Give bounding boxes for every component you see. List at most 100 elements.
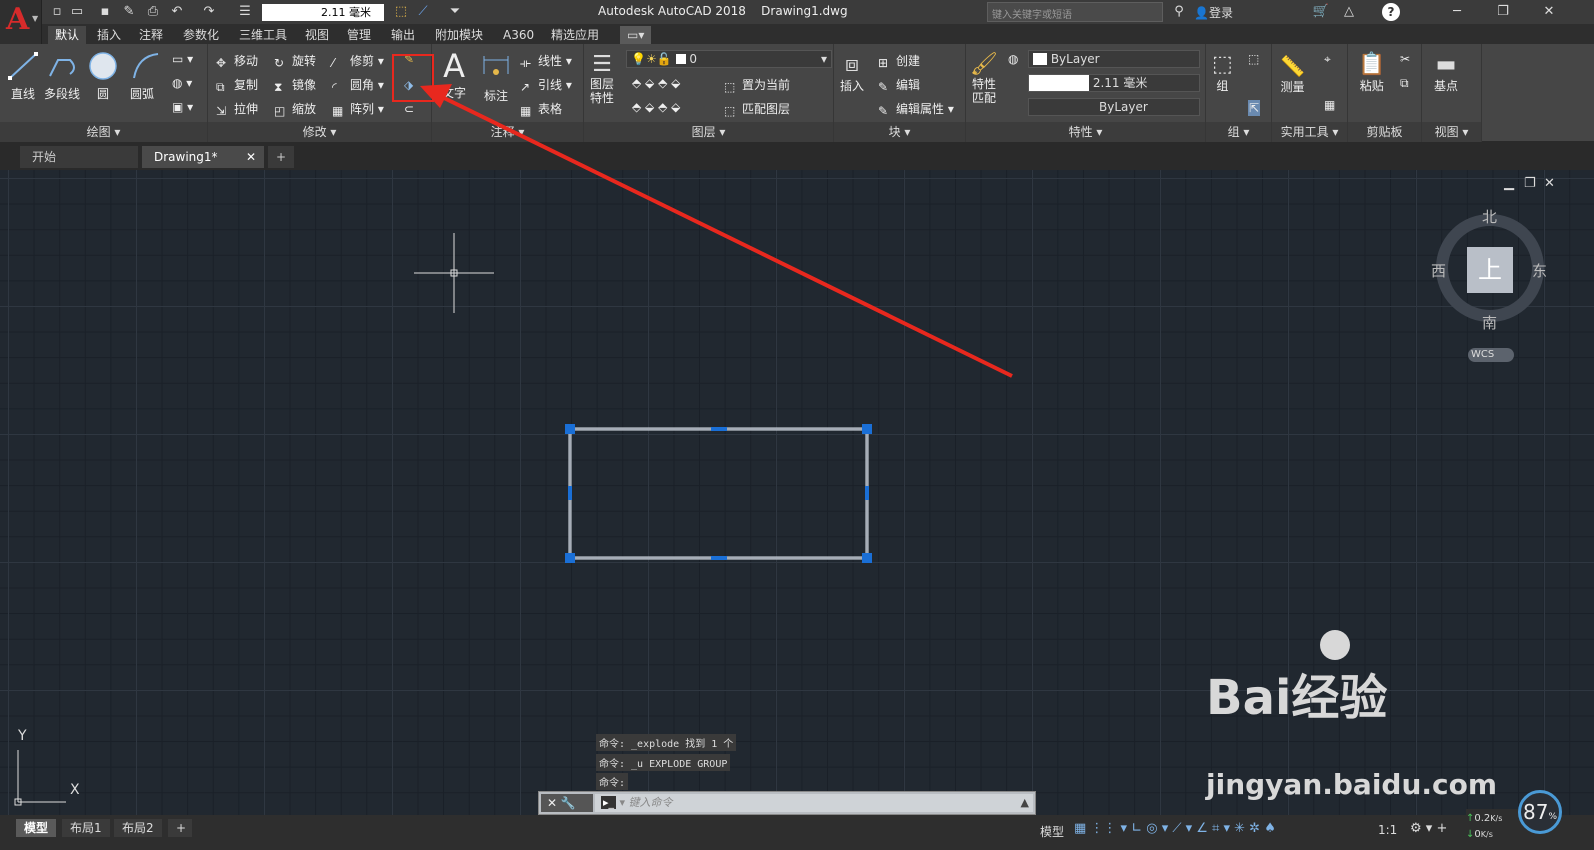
group-button[interactable]: ⬚ 组 <box>1212 52 1233 94</box>
print-icon[interactable]: ⎙ <box>144 3 162 21</box>
doc-tab-drawing1[interactable]: Drawing1* ✕ <box>142 146 264 168</box>
region-icon[interactable]: ▣ ▾ <box>172 100 193 114</box>
trim-button[interactable]: ⁄ 修剪 ▾ <box>332 52 384 70</box>
tab-featured-apps[interactable]: 精选应用 <box>544 26 606 44</box>
compass-south[interactable]: 南 <box>1482 312 1497 333</box>
undo-icon[interactable]: ↶ <box>168 3 186 21</box>
lineweight-dropdown[interactable]: 2.11 毫米 <box>1028 74 1200 92</box>
tab-annotate[interactable]: 注释 <box>132 26 170 44</box>
layout-tab-model[interactable]: 模型 <box>16 819 57 837</box>
view-panel-title[interactable]: 视图 ▾ <box>1422 122 1481 142</box>
wrench-icon[interactable]: 🔧 <box>561 796 576 810</box>
utilities-panel-title[interactable]: 实用工具 ▾ <box>1272 122 1347 142</box>
insert-block-button[interactable]: ⧈ 插入 <box>840 52 864 94</box>
grip-handle[interactable] <box>565 424 575 434</box>
save-as-icon[interactable]: ✎ <box>120 3 138 21</box>
annotation-scale[interactable]: 1:1 <box>1378 823 1397 837</box>
calculator-icon[interactable]: ▦ <box>1324 98 1335 112</box>
viewcube-top-face[interactable]: 上 <box>1467 247 1513 293</box>
search-input[interactable]: 键入关键字或短语 <box>987 2 1163 22</box>
linetype-dropdown[interactable]: ByLayer <box>1028 98 1200 116</box>
explode-icon[interactable]: ⬗ <box>404 78 413 92</box>
linear-dim-button[interactable]: ⟛ 线性 ▾ <box>520 52 572 70</box>
selected-rectangle[interactable] <box>565 424 872 563</box>
command-input[interactable]: ▸_ ▾ 键入命令 ▲ <box>595 794 1033 812</box>
a360-icon[interactable]: △ <box>1340 3 1358 21</box>
circle-tool-button[interactable]: 圆 <box>88 50 118 102</box>
grip-handle[interactable] <box>862 424 872 434</box>
redo-icon[interactable]: ↷ <box>200 3 218 21</box>
polyline-tool-button[interactable]: 多段线 <box>44 50 84 102</box>
create-block-button[interactable]: ⊞ 创建 <box>878 52 920 70</box>
login-button[interactable]: 👤登录 <box>1194 4 1233 21</box>
help-button[interactable]: ? <box>1382 3 1400 21</box>
status-toggles[interactable]: ▦ ⋮⋮ ▾ ∟ ◎ ▾ ⟋ ▾ ∠ ⌗ ▾ ✳ ✲ ♠ <box>1074 821 1276 836</box>
layers-panel-title[interactable]: 图层 ▾ <box>584 122 833 142</box>
close-icon[interactable]: ✕ <box>1540 3 1558 21</box>
layer-tools-row2[interactable]: ⬘ ⬙ ⬘ ⬙ <box>632 100 680 114</box>
group-select-icon[interactable]: ⇱ <box>1248 100 1261 116</box>
new-icon[interactable]: ▫ <box>48 3 66 21</box>
move-button[interactable]: ✥ 移动 <box>216 52 258 70</box>
match-properties-icon[interactable]: ⬚ <box>392 3 410 21</box>
wcs-menu[interactable]: WCS <box>1468 348 1514 362</box>
leader-button[interactable]: ↗ 引线 ▾ <box>520 76 572 94</box>
arc-tool-button[interactable]: 圆弧 <box>130 50 160 102</box>
fillet-button[interactable]: ◜ 圆角 ▾ <box>332 76 384 94</box>
layer-properties-button[interactable]: ☰ 图层 特性 <box>590 52 614 105</box>
tab-manage[interactable]: 管理 <box>340 26 378 44</box>
drawing-canvas[interactable]: ▁ ❐ ✕ Y X 上 北 南 东 西 WCS 命令: _explode 找到 … <box>0 170 1594 815</box>
cart-icon[interactable]: 🛒 <box>1312 3 1330 21</box>
binoculars-icon[interactable]: ⚲ <box>1170 3 1188 21</box>
close-tab-icon[interactable]: ✕ <box>246 146 256 168</box>
array-button[interactable]: ▦ 阵列 ▾ <box>332 100 384 118</box>
modify-panel-title[interactable]: 修改 ▾ <box>208 122 431 142</box>
add-layout-button[interactable]: + <box>168 819 192 837</box>
midpoint-grip[interactable] <box>568 486 572 500</box>
application-menu-button[interactable]: A ▼ <box>0 0 42 44</box>
compass-north[interactable]: 北 <box>1482 206 1497 227</box>
quick-calc-icon[interactable]: ⌖ <box>1324 52 1331 67</box>
copy-button[interactable]: ⧉ 复制 <box>216 76 258 94</box>
dimension-tool-button[interactable]: 标注 <box>482 52 510 104</box>
clipboard-panel-title[interactable]: 剪贴板 <box>1348 122 1421 142</box>
grip-handle[interactable] <box>862 553 872 563</box>
hatch-icon[interactable]: ◍ ▾ <box>172 76 192 90</box>
edit-block-button[interactable]: ✎ 编辑 <box>878 76 920 94</box>
tab-output[interactable]: 输出 <box>384 26 422 44</box>
annotation-panel-title[interactable]: 注释 ▾ <box>432 122 583 142</box>
lineweight-combo[interactable]: 2.11 毫米 <box>262 4 384 21</box>
customize-qat-icon[interactable]: ⏷ <box>446 3 464 21</box>
performance-gauge[interactable]: 87% <box>1518 790 1562 834</box>
gear-icon[interactable]: ⚙ ▾ + <box>1410 821 1447 836</box>
cut-icon[interactable]: ✂ <box>1400 52 1410 66</box>
close-command-icon[interactable]: ✕ <box>547 796 557 810</box>
rectangle-icon[interactable]: ▭ ▾ <box>172 52 193 66</box>
set-current-layer-button[interactable]: ⬚ 置为当前 <box>724 76 790 94</box>
draw-panel-title[interactable]: 绘图 ▾ <box>0 122 207 142</box>
base-view-button[interactable]: ▬ 基点 <box>1434 52 1458 94</box>
mirror-button[interactable]: ⧗ 镜像 <box>274 76 316 94</box>
tab-a360[interactable]: A360 <box>496 26 541 44</box>
layer-tools-row1[interactable]: ⬘ ⬙ ⬘ ⬙ <box>632 76 680 90</box>
scale-button[interactable]: ◰ 缩放 <box>274 100 316 118</box>
midpoint-grip[interactable] <box>865 486 869 500</box>
tab-default[interactable]: 默认 <box>48 26 87 44</box>
midpoint-grip[interactable] <box>711 556 727 560</box>
tab-addins[interactable]: 附加模块 <box>428 26 490 44</box>
open-icon[interactable]: ▭ <box>68 3 86 21</box>
measure-button[interactable]: 📏 测量 <box>1280 54 1305 95</box>
color-wheel-icon[interactable]: ◍ <box>1008 52 1018 66</box>
compass-east[interactable]: 东 <box>1532 260 1547 281</box>
groups-panel-title[interactable]: 组 ▾ <box>1206 122 1271 142</box>
midpoint-grip[interactable] <box>711 427 727 431</box>
table-button[interactable]: ▦ 表格 <box>520 100 562 118</box>
minimize-icon[interactable]: ─ <box>1448 3 1466 21</box>
ribbon-toggle-button[interactable]: ▭▾ <box>620 26 652 44</box>
maximize-icon[interactable]: ❐ <box>1494 3 1512 21</box>
match-properties-button[interactable]: 🖌 特性 匹配 <box>970 52 998 105</box>
linetype-icon[interactable]: ⟋ <box>414 3 432 21</box>
compass-west[interactable]: 西 <box>1431 260 1446 281</box>
model-space-button[interactable]: 模型 <box>1040 823 1064 840</box>
save-icon[interactable]: ▪ <box>96 3 114 21</box>
